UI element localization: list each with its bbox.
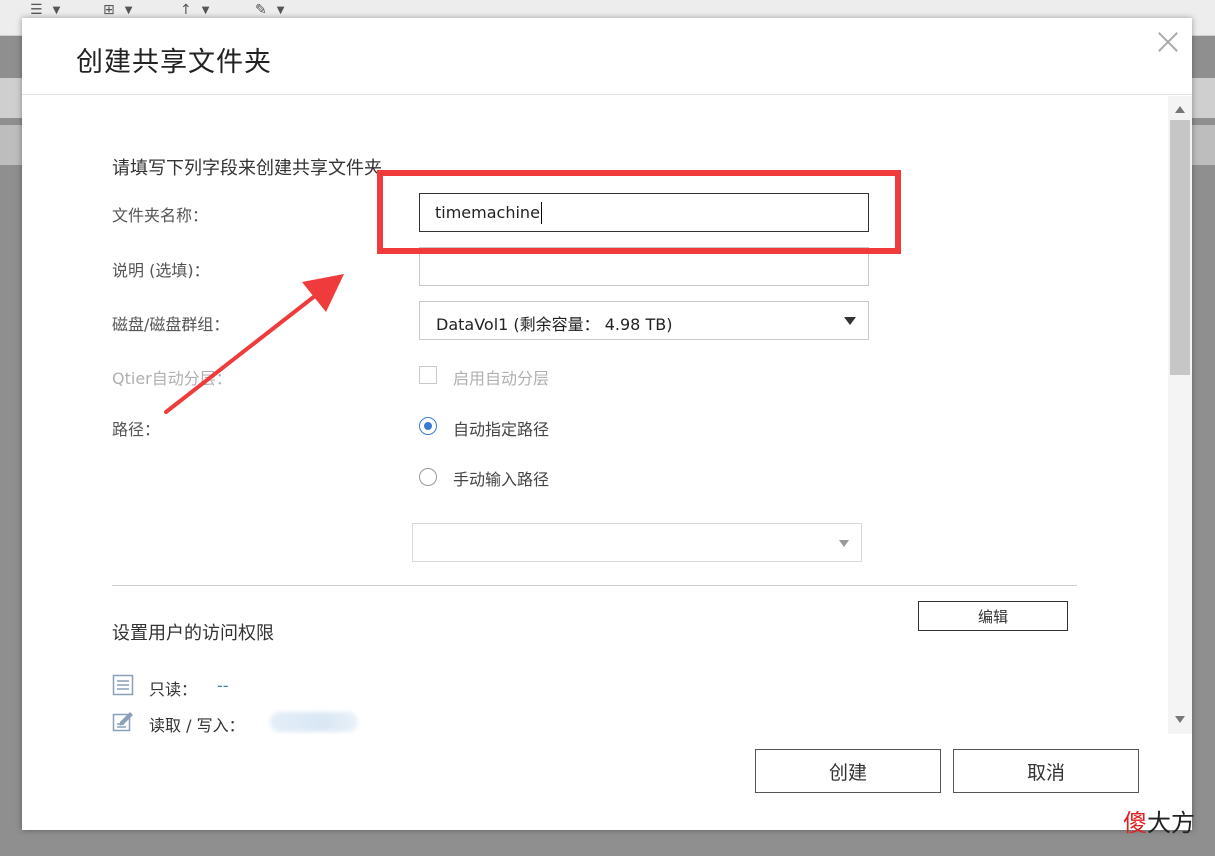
upload-icon: ↑ ▼ [180, 2, 210, 18]
disk-label: 磁盘/磁盘群组： [112, 315, 230, 334]
path-select[interactable] [412, 523, 862, 562]
scroll-up-icon[interactable] [1175, 106, 1185, 113]
edit-permissions-button[interactable]: 编辑 [918, 601, 1068, 631]
scrollbar[interactable] [1168, 96, 1192, 734]
cancel-button[interactable]: 取消 [953, 749, 1139, 793]
read-only-value: -- [217, 676, 229, 695]
blurred-user-list [270, 712, 358, 732]
description-label: 说明 (选填)： [112, 261, 210, 280]
annotation-highlight-box [377, 170, 901, 254]
qtier-option-label: 启用自动分层 [453, 369, 550, 388]
permissions-section-title: 设置用户的访问权限 [112, 623, 274, 644]
disk-select-value: DataVol1 (剩余容量： 4.98 TB) [436, 315, 673, 334]
auto-path-label: 自动指定路径 [453, 420, 550, 439]
qtier-label: Qtier自动分层： [112, 369, 232, 388]
chevron-down-icon [839, 540, 849, 547]
scroll-down-icon[interactable] [1175, 716, 1185, 723]
folder-name-label: 文件夹名称： [112, 206, 209, 225]
form-section-title: 请填写下列字段来创建共享文件夹 [112, 158, 382, 179]
section-divider [112, 585, 1077, 586]
list-view-icon: ☰ ▼ [30, 2, 61, 18]
document-list-icon [112, 674, 134, 696]
tools-icon: ✎ ▼ [255, 2, 285, 18]
disk-select[interactable]: DataVol1 (剩余容量： 4.98 TB) [419, 301, 869, 340]
watermark: 傻大方 [1123, 803, 1195, 838]
watermark-char: 傻 [1123, 809, 1147, 837]
create-button[interactable]: 创建 [755, 749, 941, 793]
chevron-down-icon [844, 317, 856, 325]
path-label: 路径： [112, 420, 161, 439]
edit-document-icon [112, 712, 133, 732]
close-icon[interactable] [1157, 31, 1179, 53]
dialog-header: 创建共享文件夹 [22, 18, 1192, 95]
read-only-label: 只读： [149, 680, 198, 699]
add-folder-icon: ⊞ ▼ [103, 2, 133, 18]
qtier-checkbox[interactable] [419, 366, 437, 384]
read-write-label: 读取 / 写入： [149, 716, 245, 734]
watermark-text: 大方 [1147, 809, 1195, 837]
dialog-title: 创建共享文件夹 [76, 47, 272, 78]
auto-path-radio[interactable] [419, 417, 437, 435]
create-shared-folder-dialog: 创建共享文件夹 请填写下列字段来创建共享文件夹 文件夹名称： 说明 (选填)： … [22, 18, 1192, 830]
scrollbar-thumb[interactable] [1170, 120, 1190, 375]
manual-path-radio[interactable] [419, 468, 437, 486]
manual-path-label: 手动输入路径 [453, 470, 550, 489]
